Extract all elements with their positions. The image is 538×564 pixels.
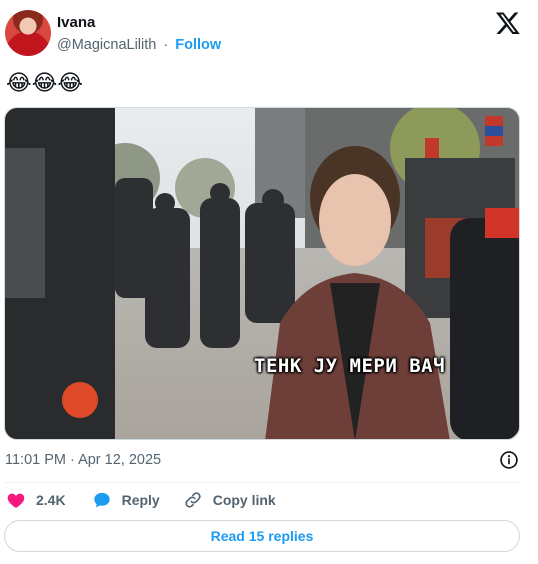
tweet-image[interactable]: ТЕНК ЈУ МЕРИ ВАЧ <box>4 107 520 440</box>
like-button[interactable]: 2.4K <box>6 490 92 510</box>
info-icon[interactable] <box>499 450 519 470</box>
x-logo-icon[interactable] <box>495 10 521 36</box>
heart-icon <box>7 493 25 508</box>
reply-button[interactable]: Reply <box>92 490 160 510</box>
handle-separator: · <box>163 37 169 53</box>
read-replies-button[interactable]: Read 15 replies <box>4 520 520 552</box>
author-handle[interactable]: @MagicnaLilith <box>57 37 156 53</box>
tweet-embed-card: Ivana @MagicnaLilith · Follow 😂😂😂 ТЕНК Ј… <box>0 0 538 564</box>
divider <box>4 482 520 483</box>
copy-link-label: Copy link <box>212 492 276 508</box>
author-handle-row: @MagicnaLilith · Follow <box>57 37 221 53</box>
author-avatar[interactable] <box>5 10 51 56</box>
author-name[interactable]: Ivana <box>57 14 95 31</box>
follow-button[interactable]: Follow <box>175 37 221 53</box>
link-icon <box>185 492 201 508</box>
tweet-actions: 2.4K Reply Copy link <box>6 489 276 511</box>
speech-bubble-icon <box>93 492 110 508</box>
tweet-text: 😂😂😂 <box>6 70 84 95</box>
like-count: 2.4K <box>36 492 66 508</box>
image-caption: ТЕНК ЈУ МЕРИ ВАЧ <box>254 355 446 377</box>
tweet-timestamp[interactable]: 11:01 PM · Apr 12, 2025 <box>5 452 161 468</box>
reply-label: Reply <box>121 492 160 508</box>
copy-link-button[interactable]: Copy link <box>183 490 276 510</box>
